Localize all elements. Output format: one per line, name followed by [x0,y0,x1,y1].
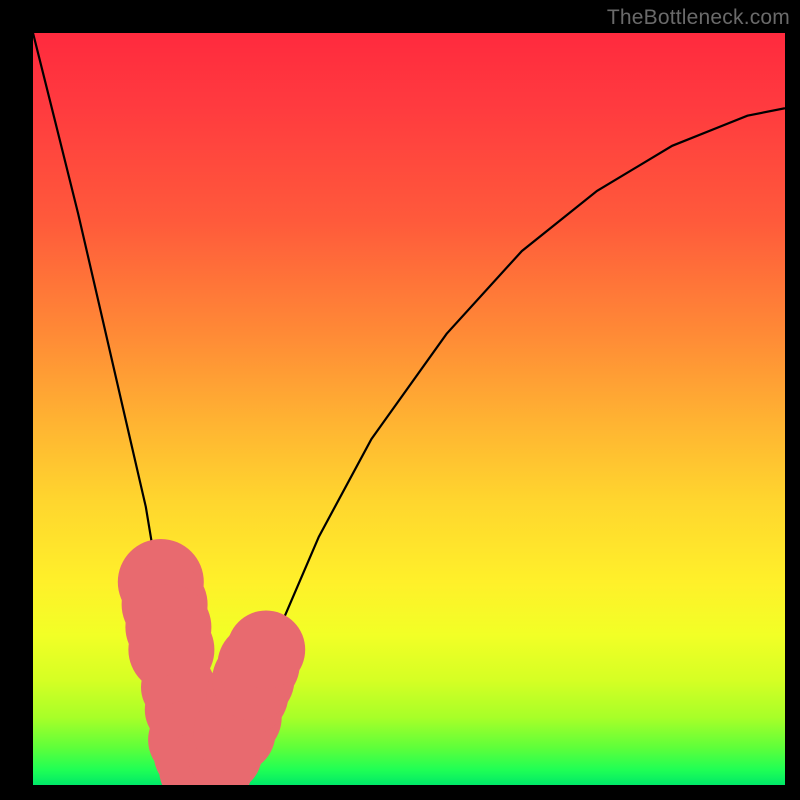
curve-markers [118,539,305,785]
plot-area [33,33,785,785]
watermark-text: TheBottleneck.com [607,6,790,30]
chart-frame: TheBottleneck.com [0,0,800,800]
curve-marker [227,611,305,689]
chart-overlay [33,33,785,785]
